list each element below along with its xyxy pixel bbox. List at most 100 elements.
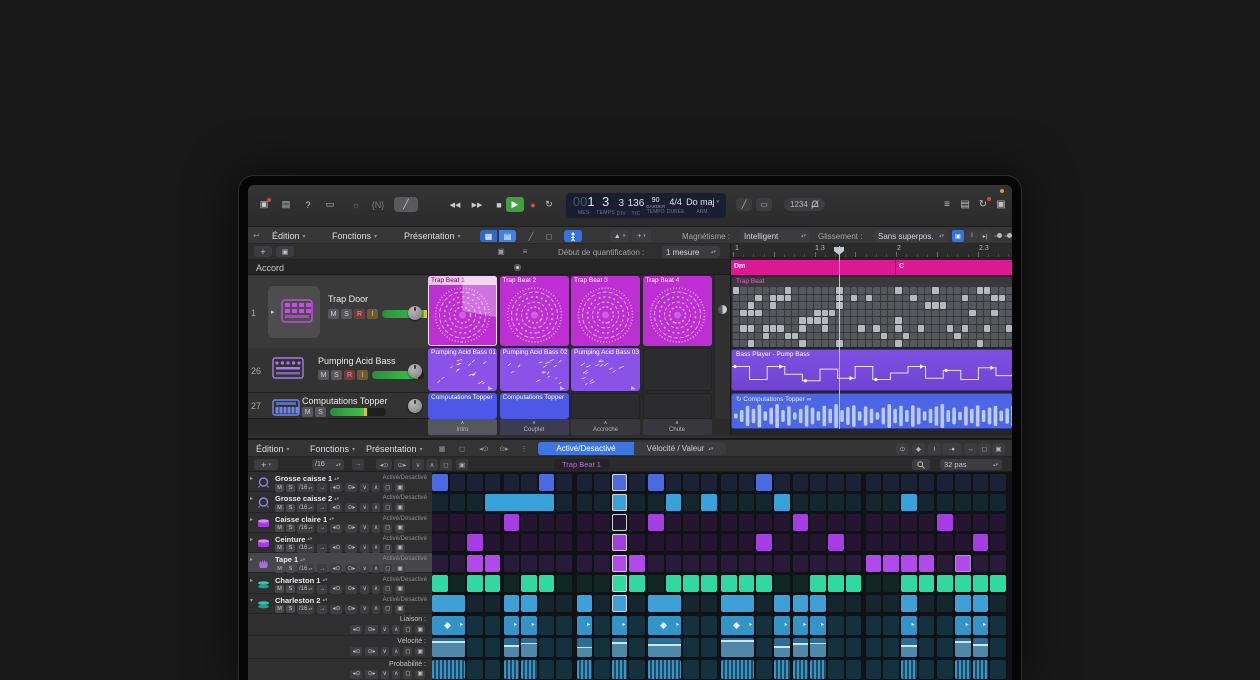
mute-button[interactable]: M (275, 605, 284, 613)
lane-cell-tie[interactable]: ▸ (973, 616, 989, 635)
step-slot[interactable] (883, 514, 899, 531)
arrow-mode-icon[interactable]: → (317, 544, 327, 553)
fill-icon[interactable]: ▣ (395, 564, 405, 573)
step-slot[interactable] (577, 555, 593, 572)
row-disclosure[interactable]: ▸ (250, 536, 253, 543)
step-on[interactable] (793, 595, 809, 612)
pan-knob[interactable] (408, 306, 422, 320)
lane-slot[interactable] (467, 616, 483, 635)
lane-slot[interactable] (467, 660, 483, 679)
octave-up-icon[interactable]: ∧ (372, 503, 380, 512)
step-on[interactable] (467, 555, 483, 572)
lane-slot[interactable] (756, 638, 772, 657)
lane-slot[interactable] (629, 638, 645, 657)
solo-button[interactable]: S (286, 585, 295, 593)
seq-row-header[interactable]: ▸Charleston 1▴▾Activé/DesactivéMS/16▴▾→◂… (248, 574, 432, 594)
step-slot[interactable] (919, 595, 935, 612)
empty-cell-slot[interactable] (643, 348, 712, 391)
mute-button[interactable]: M (275, 524, 284, 532)
step-on[interactable] (666, 575, 682, 592)
step-slot[interactable] (739, 555, 755, 572)
step-slot[interactable] (846, 474, 862, 491)
drag-select[interactable]: Sans superpos.▴▾ (874, 230, 948, 242)
step-slot[interactable] (866, 494, 882, 511)
lane-slot[interactable] (828, 616, 844, 635)
step-on[interactable] (901, 555, 917, 572)
seq-row-header[interactable]: ▾Charleston 2▴▾Activé/DesactivéMS/16▴▾→◂… (248, 594, 432, 614)
step-on[interactable] (793, 514, 809, 531)
step-on[interactable] (612, 494, 628, 511)
lane-cell-tie[interactable]: ▸ (432, 616, 465, 635)
octave-down-icon[interactable]: ∨ (360, 524, 368, 533)
step-slot[interactable] (774, 534, 790, 551)
step-slot[interactable] (504, 575, 520, 592)
step-slot[interactable] (504, 555, 520, 572)
step-slot[interactable] (683, 494, 699, 511)
lane-cell-vel[interactable] (504, 638, 520, 657)
lane-shift-right-icon[interactable]: ⊙▸ (365, 625, 377, 634)
shift-left-icon[interactable]: ◂⊙ (330, 585, 342, 594)
lane-slot[interactable] (556, 638, 572, 657)
step-slot[interactable] (990, 555, 1006, 572)
chord-track[interactable]: DmC (731, 260, 1012, 275)
step-slot[interactable] (539, 555, 555, 572)
seq-row-header[interactable]: ▸Tape 1▴▾Activé/DesactivéMS/16▴▾→◂⊙⊙▸∨∧◻… (248, 553, 432, 573)
arrow-mode-icon[interactable]: → (317, 524, 327, 533)
lane-cell-vel[interactable] (721, 638, 754, 657)
record-enable-button[interactable]: R (344, 370, 355, 380)
octave-down-icon[interactable]: ∨ (360, 564, 368, 573)
step-slot[interactable] (919, 534, 935, 551)
step-on[interactable] (539, 474, 555, 491)
lane-slot[interactable] (919, 638, 935, 657)
lane-shift-left-icon[interactable]: ◂⊙ (350, 625, 362, 634)
timeline-ruler[interactable]: 11.322.3 (731, 244, 1012, 258)
pattern-tab[interactable]: Trap Beat 1 (554, 459, 609, 470)
step-slot[interactable] (612, 514, 628, 531)
solo-button[interactable]: S (286, 605, 295, 613)
step-on[interactable] (648, 514, 664, 531)
step-slot[interactable] (648, 555, 664, 572)
lane-slot[interactable] (756, 616, 772, 635)
step-on[interactable] (901, 595, 917, 612)
step-slot[interactable] (432, 514, 448, 531)
disclosure-arrow[interactable]: ▸ (271, 308, 275, 316)
track-header[interactable]: 1▸Trap DoorMSRI (248, 276, 428, 349)
step-on[interactable] (919, 575, 935, 592)
step-slot[interactable] (666, 555, 682, 572)
step-slot[interactable] (485, 595, 501, 612)
lane-slot[interactable] (883, 638, 899, 657)
step-slot[interactable] (846, 494, 862, 511)
clear-icon[interactable]: ◻ (383, 564, 392, 573)
steps-count-select[interactable]: 32 pas▴▾ (940, 459, 1002, 470)
step-on[interactable] (828, 575, 844, 592)
step-on[interactable] (485, 494, 555, 511)
step-on[interactable] (701, 494, 717, 511)
lane-cell-prob[interactable] (774, 660, 790, 679)
step-on[interactable] (973, 575, 989, 592)
step-slot[interactable] (701, 474, 717, 491)
shift-left-icon[interactable]: ◂⊙ (376, 459, 392, 470)
seq-row-header[interactable]: ▸Grosse caisse 2▴▾Activé/DesactivéMS/16▴… (248, 492, 432, 512)
step-on[interactable] (901, 575, 917, 592)
step-on[interactable] (432, 595, 465, 612)
mode-onoff-button[interactable]: Activé/Desactivé (538, 442, 634, 455)
record-button[interactable]: ● (526, 197, 540, 212)
step-slot[interactable] (810, 494, 826, 511)
pencil-icon[interactable]: ╱ (524, 230, 538, 242)
cycle-button[interactable]: ↻ (542, 197, 556, 212)
step-slot[interactable] (937, 474, 953, 491)
lane-cell-vel[interactable] (793, 638, 809, 657)
lane-cell-tie[interactable]: ▸ (810, 616, 826, 635)
row-rate[interactable]: /16▴▾ (297, 483, 314, 492)
mode-value-button[interactable]: Vélocité / Valeur▴▾ (634, 442, 726, 455)
shift-right-icon[interactable]: ⊙▸ (345, 483, 357, 492)
lane-cell-vel[interactable] (810, 638, 826, 657)
lane-up-icon[interactable]: ∧ (392, 647, 400, 656)
step-on[interactable] (539, 575, 555, 592)
loop-browser-icon[interactable]: ↻ (976, 197, 990, 212)
step-slot[interactable] (577, 514, 593, 531)
step-rate-select[interactable]: /16▴▾ (312, 459, 344, 470)
step-slot[interactable] (846, 555, 862, 572)
shift-left-icon[interactable]: ◂⊙ (330, 503, 342, 512)
fill-icon[interactable]: ▣ (395, 503, 405, 512)
